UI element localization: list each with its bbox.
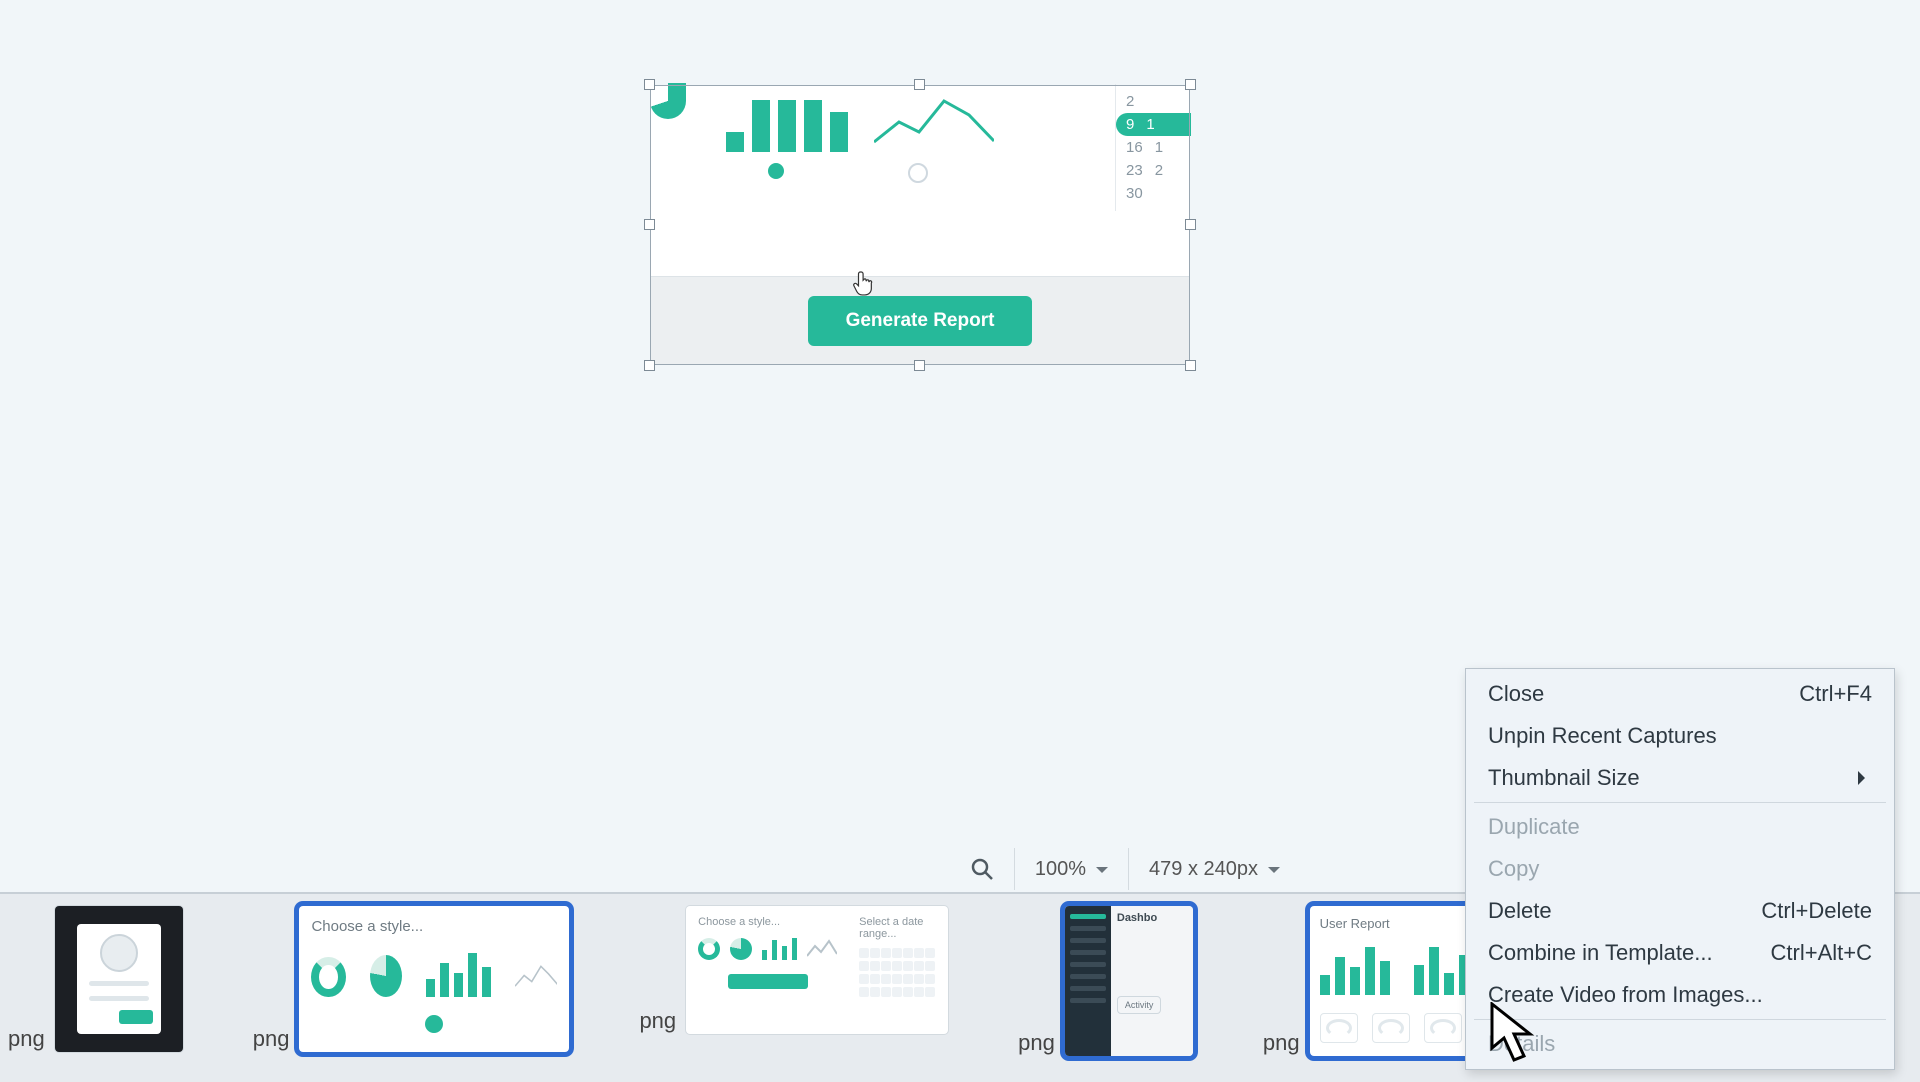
menu-item-create-video[interactable]: Create Video from Images...	[1470, 974, 1890, 1016]
bar-chart-icon	[762, 936, 797, 960]
thumbnail-user-report[interactable]: User Report	[1310, 906, 1488, 1056]
calendar-icon	[859, 948, 936, 997]
zoom-dropdown[interactable]: 100%	[1014, 848, 1128, 890]
gauge-icon	[1372, 1013, 1410, 1043]
submenu-arrow-icon	[1858, 771, 1872, 785]
shortcut: Ctrl+F4	[1799, 681, 1872, 707]
tray-item[interactable]: png Choose a style... Select a date rang…	[639, 906, 948, 1034]
gauge-icon	[1424, 1013, 1462, 1043]
tray-item[interactable]: png User Report	[1263, 906, 1488, 1056]
tray-context-menu: Close Ctrl+F4 Unpin Recent Captures Thum…	[1465, 668, 1895, 1070]
bar-chart-icon	[426, 953, 491, 997]
thumbnail-choose-style[interactable]: Choose a style...	[299, 906, 569, 1052]
thumbnail-dashboard[interactable]: DashboActivity	[1065, 906, 1193, 1056]
resize-handle-w[interactable]	[644, 219, 655, 230]
chevron-down-icon	[1096, 867, 1108, 879]
selected-style-dot-icon	[425, 1015, 443, 1033]
chevron-down-icon	[1268, 867, 1280, 879]
generate-button-icon	[728, 974, 808, 989]
menu-item-duplicate[interactable]: Duplicate	[1470, 806, 1890, 848]
selected-image[interactable]: 2 91 161 232 30 Generate Report	[650, 85, 1190, 365]
menu-item-unpin[interactable]: Unpin Recent Captures	[1470, 715, 1890, 757]
sidebar-icon	[1065, 906, 1111, 1056]
thumbnail-profile-card[interactable]	[55, 906, 183, 1052]
tray-item[interactable]: png DashboActivity	[1018, 906, 1193, 1056]
gauge-icon	[1320, 1013, 1358, 1043]
menu-item-thumbnail-size[interactable]: Thumbnail Size	[1470, 757, 1890, 799]
avatar-icon	[100, 934, 138, 972]
menu-item-close[interactable]: Close Ctrl+F4	[1470, 673, 1890, 715]
tray-item[interactable]: png	[8, 906, 183, 1052]
pie-chart-icon	[730, 938, 752, 960]
menu-separator	[1474, 1019, 1886, 1020]
file-extension: png	[639, 1008, 676, 1034]
thumbnail-style-and-date[interactable]: Choose a style... Select a date range...	[686, 906, 948, 1034]
resize-handle-nw[interactable]	[644, 79, 655, 90]
search-icon	[970, 857, 994, 881]
tray-item[interactable]: png Choose a style...	[253, 906, 570, 1052]
resize-handle-s[interactable]	[914, 360, 925, 371]
search-button[interactable]	[950, 848, 1014, 890]
zoom-value: 100%	[1035, 858, 1086, 881]
pie-chart-icon	[370, 955, 402, 997]
menu-item-delete[interactable]: Delete Ctrl+Delete	[1470, 890, 1890, 932]
resize-handle-sw[interactable]	[644, 360, 655, 371]
line-chart-icon	[515, 957, 558, 997]
file-extension: png	[253, 1026, 290, 1052]
resize-handle-se[interactable]	[1185, 360, 1196, 371]
shortcut: Ctrl+Alt+C	[1771, 940, 1872, 966]
donut-chart-icon	[311, 957, 345, 997]
bar-chart-icon	[1320, 945, 1390, 995]
line-chart-icon	[807, 938, 837, 960]
file-extension: png	[1018, 1030, 1055, 1056]
dimensions-value: 479 x 240px	[1149, 858, 1258, 881]
file-extension: png	[1263, 1030, 1300, 1056]
menu-item-copy[interactable]: Copy	[1470, 848, 1890, 890]
donut-chart-icon	[698, 938, 720, 960]
dimensions-dropdown[interactable]: 479 x 240px	[1128, 848, 1300, 890]
file-extension: png	[8, 1026, 45, 1052]
menu-item-details[interactable]: Details	[1470, 1023, 1890, 1065]
resize-handle-e[interactable]	[1185, 219, 1196, 230]
menu-separator	[1474, 802, 1886, 803]
resize-handle-ne[interactable]	[1185, 79, 1196, 90]
shortcut: Ctrl+Delete	[1761, 898, 1872, 924]
menu-item-combine-template[interactable]: Combine in Template... Ctrl+Alt+C	[1470, 932, 1890, 974]
resize-handle-n[interactable]	[914, 79, 925, 90]
